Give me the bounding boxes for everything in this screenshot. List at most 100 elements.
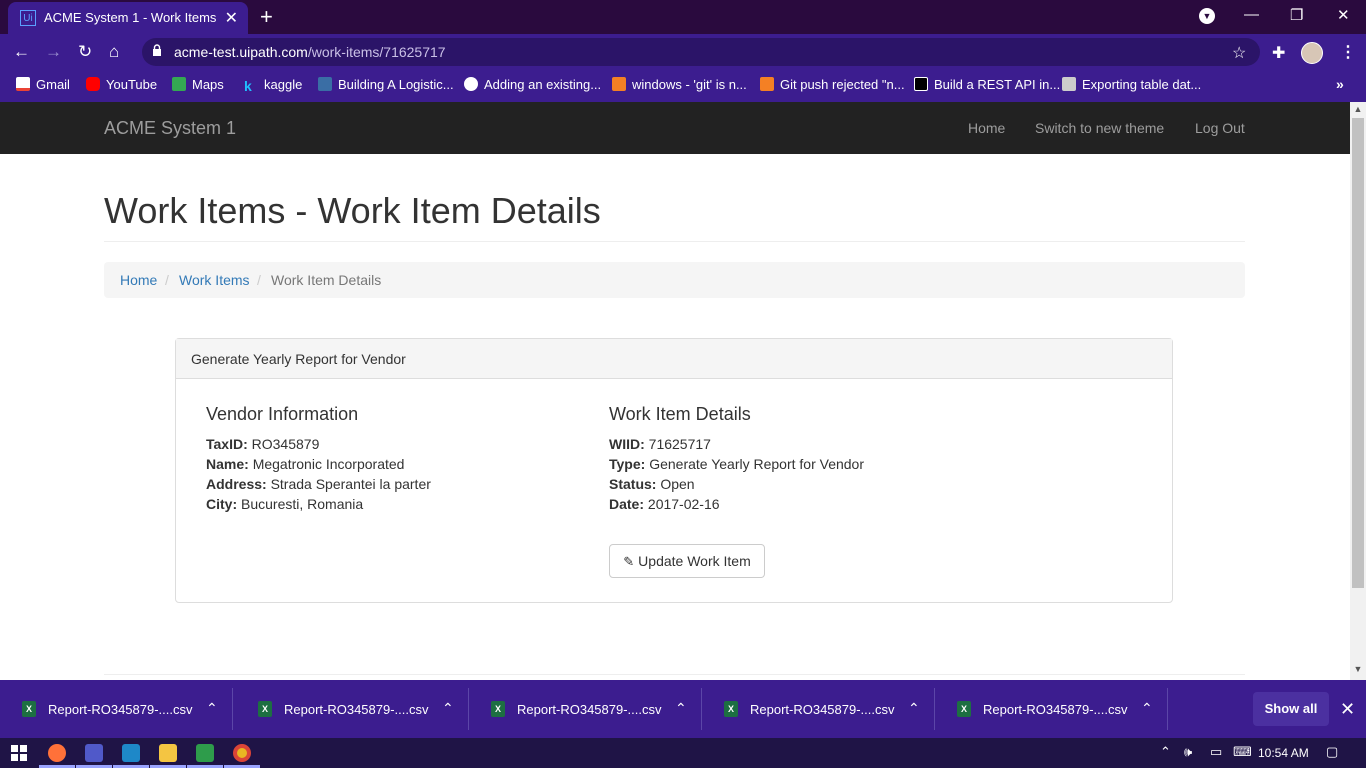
chrome-menu-icon[interactable]: ⋮ — [1340, 42, 1356, 62]
medium-icon — [914, 77, 928, 91]
download-filename: Report-RO345879-....csv — [517, 702, 662, 717]
bookmark-label: kaggle — [264, 77, 303, 92]
vendor-city-row: City: Bucuresti, Romania — [206, 496, 363, 512]
update-button-label: Update Work Item — [638, 553, 751, 569]
battery-icon[interactable]: ▭ — [1210, 744, 1222, 760]
bookmark-logistic[interactable]: Building A Logistic... — [318, 77, 454, 92]
excel-file-icon: X — [957, 701, 971, 717]
youtube-icon — [86, 77, 100, 91]
wiid-value: 71625717 — [648, 436, 711, 452]
windows-start-icon[interactable] — [11, 745, 27, 761]
firefox-icon[interactable] — [48, 744, 66, 762]
stackoverflow-icon — [760, 77, 774, 91]
show-all-downloads-button[interactable]: Show all — [1253, 692, 1329, 726]
chevron-up-icon[interactable]: ⌃ — [1141, 700, 1153, 717]
bookmark-label: Adding an existing... — [484, 77, 602, 92]
bookmark-exporting[interactable]: Exporting table dat... — [1062, 77, 1201, 92]
update-work-item-button[interactable]: ✎ Update Work Item — [609, 544, 765, 578]
field-label: TaxID: — [206, 436, 248, 452]
download-item[interactable]: X Report-RO345879-....csv ⌃ — [0, 680, 233, 738]
maps-icon — [172, 77, 186, 91]
bookmark-youtube[interactable]: YouTube — [86, 77, 157, 92]
nav-home-link[interactable]: Home — [968, 120, 1005, 136]
notifications-icon[interactable]: ▢ — [1326, 744, 1338, 760]
excel-file-icon: X — [22, 701, 36, 717]
scroll-down-icon[interactable]: ▼ — [1352, 664, 1364, 676]
bookmark-star-icon[interactable]: ☆ — [1232, 43, 1246, 63]
chevron-up-icon[interactable]: ⌃ — [675, 700, 687, 717]
vendor-taxid-row: TaxID: RO345879 — [206, 436, 319, 452]
bookmarks-overflow-icon[interactable]: » — [1336, 76, 1344, 92]
scroll-up-icon[interactable]: ▲ — [1352, 104, 1364, 116]
breadcrumb-work-items[interactable]: Work Items — [179, 272, 250, 288]
file-explorer-icon[interactable] — [159, 744, 177, 762]
home-icon[interactable]: ⌂ — [109, 42, 119, 62]
forward-icon[interactable]: → — [45, 42, 62, 62]
status-value: Open — [660, 476, 695, 492]
download-separator — [1167, 688, 1168, 730]
download-item[interactable]: X Report-RO345879-....csv ⌃ — [935, 680, 1168, 738]
breadcrumb-separator: / — [257, 272, 261, 288]
bookmark-stackoverflow-1[interactable]: windows - 'git' is n... — [612, 77, 747, 92]
studio-icon[interactable] — [122, 744, 140, 762]
scrollbar-thumb[interactable] — [1352, 118, 1364, 588]
url-path: /work-items/71625717 — [307, 44, 446, 60]
bookmark-label: Build a REST API in... — [934, 77, 1061, 92]
vendor-taxid: RO345879 — [251, 436, 320, 452]
download-filename: Report-RO345879-....csv — [48, 702, 193, 717]
nav-switch-theme-link[interactable]: Switch to new theme — [1035, 120, 1164, 136]
app-brand[interactable]: ACME System 1 — [104, 118, 236, 139]
breadcrumb-current: Work Item Details — [271, 272, 382, 288]
extensions-icon[interactable]: ✚ — [1272, 43, 1285, 63]
chrome-icon[interactable] — [233, 744, 251, 762]
browser-tab[interactable]: Ui ACME System 1 - Work Items ✕ — [8, 2, 248, 34]
download-filename: Report-RO345879-....csv — [284, 702, 429, 717]
download-item[interactable]: X Report-RO345879-....csv ⌃ — [469, 680, 702, 738]
bookmark-label: windows - 'git' is n... — [632, 77, 747, 92]
lock-icon — [153, 44, 161, 56]
tray-overflow-icon[interactable]: ⌃ — [1160, 744, 1171, 760]
bookmark-stackoverflow-2[interactable]: Git push rejected "n... — [760, 77, 905, 92]
bookmark-kaggle[interactable]: k kaggle — [244, 77, 302, 94]
tab-title: ACME System 1 - Work Items — [44, 10, 217, 25]
bookmark-gmail[interactable]: Gmail — [16, 77, 70, 92]
breadcrumb-home[interactable]: Home — [120, 272, 157, 288]
minimize-icon[interactable]: — — [1244, 6, 1259, 23]
breadcrumb-separator: / — [165, 272, 169, 288]
chevron-up-icon[interactable]: ⌃ — [908, 700, 920, 717]
chevron-up-icon[interactable]: ⌃ — [206, 700, 218, 717]
teams-icon[interactable] — [85, 744, 103, 762]
taskbar-clock[interactable]: 10:54 AM — [1258, 746, 1309, 760]
media-icon[interactable] — [196, 744, 214, 762]
vendor-city: Bucuresti, Romania — [241, 496, 364, 512]
nav-logout-link[interactable]: Log Out — [1195, 120, 1245, 136]
bookmark-maps[interactable]: Maps — [172, 77, 224, 92]
tds-icon — [318, 77, 332, 91]
bookmark-label: Git push rejected "n... — [780, 77, 905, 92]
bookmark-medium[interactable]: Build a REST API in... — [914, 77, 1060, 92]
tab-search-icon[interactable]: ▼ — [1199, 8, 1215, 24]
back-icon[interactable]: ← — [13, 42, 30, 62]
chevron-up-icon[interactable]: ⌃ — [442, 700, 454, 717]
tab-close-icon[interactable]: ✕ — [225, 8, 238, 28]
restore-icon[interactable]: ❐ — [1290, 6, 1303, 24]
title-divider — [104, 241, 1245, 242]
bookmark-github[interactable]: Adding an existing... — [464, 77, 601, 92]
network-icon[interactable]: ⌨ — [1233, 744, 1252, 760]
download-item[interactable]: X Report-RO345879-....csv ⌃ — [236, 680, 469, 738]
field-label: Name: — [206, 456, 249, 472]
profile-avatar[interactable] — [1301, 42, 1323, 64]
bookmarks-bar: Gmail YouTube Maps k kaggle Building A Lo… — [0, 70, 1366, 102]
window-close-icon[interactable]: ✕ — [1337, 6, 1350, 24]
new-tab-button[interactable]: + — [260, 4, 273, 30]
vendor-info-heading: Vendor Information — [206, 404, 359, 424]
url-text[interactable]: acme-test.uipath.com/work-items/71625717 — [174, 44, 446, 60]
volume-icon[interactable]: 🕪 — [1184, 744, 1192, 760]
sheet-icon — [1062, 77, 1076, 91]
vendor-name: Megatronic Incorporated — [252, 456, 405, 472]
url-host: acme-test.uipath.com — [174, 44, 308, 60]
stackoverflow-icon — [612, 77, 626, 91]
download-item[interactable]: X Report-RO345879-....csv ⌃ — [702, 680, 935, 738]
reload-icon[interactable]: ↻ — [78, 42, 92, 62]
close-download-shelf-icon[interactable]: ✕ — [1340, 699, 1355, 720]
